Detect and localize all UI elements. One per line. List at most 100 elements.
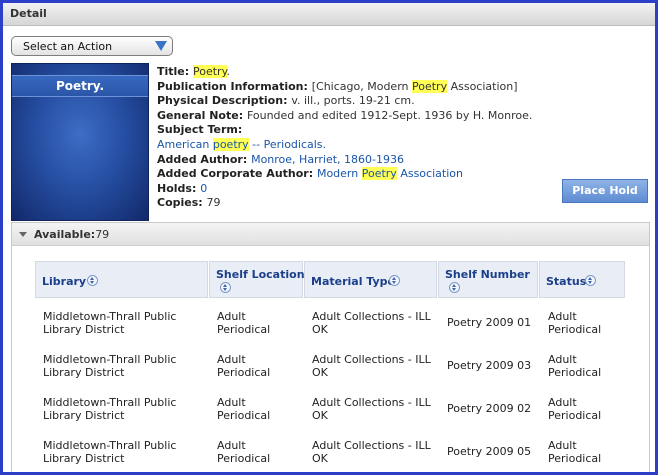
subject-link-pre[interactable]: American: [157, 138, 213, 151]
status-line: Adult: [548, 439, 577, 452]
copies-label: Copies:: [157, 196, 207, 210]
sort-icon[interactable]: [220, 282, 231, 293]
shelf-location-line: Periodical: [217, 322, 271, 336]
corporate-author-link-highlight[interactable]: Poetry: [361, 167, 397, 181]
column-header-status[interactable]: Status: [539, 261, 625, 298]
collapse-triangle-icon[interactable]: [19, 232, 27, 237]
physical-description-label: Physical Description:: [157, 94, 292, 108]
added-author-label: Added Author:: [157, 152, 252, 166]
material-type-line: OK: [312, 322, 328, 336]
column-header-library[interactable]: Library: [35, 261, 208, 298]
publication-value-highlight: Poetry: [412, 79, 448, 93]
sort-icon[interactable]: [585, 275, 596, 286]
select-action-label: Select an Action: [23, 40, 113, 53]
general-note-label: General Note:: [157, 108, 247, 122]
availability-summary: Available:79: [34, 228, 109, 241]
library-cell: Middletown-Thrall Public Library Distric…: [43, 396, 177, 422]
library-line: Middletown-Thrall Public: [43, 310, 177, 323]
holds-label: Holds:: [157, 181, 201, 195]
select-action-dropdown[interactable]: Select an Action: [11, 36, 173, 56]
corporate-author-link-post[interactable]: Association: [397, 167, 463, 180]
library-line: Library District: [43, 322, 125, 336]
shelf-location-line: Adult: [217, 396, 246, 409]
column-header-shelf-number[interactable]: Shelf Number: [438, 261, 538, 298]
subject-term-link[interactable]: American poetry -- Periodicals.: [157, 137, 597, 153]
corporate-author-label: Added Corporate Author:: [157, 167, 317, 181]
shelf-location-line: Adult: [217, 439, 246, 452]
status-line: Periodical: [548, 365, 602, 379]
holds-row: Holds: 0: [157, 182, 597, 197]
shelf-location-cell: Adult Periodical: [217, 396, 271, 422]
material-type-line: OK: [312, 365, 328, 379]
library-line: Middletown-Thrall Public: [43, 396, 177, 409]
cover-title-band: Poetry.: [12, 75, 148, 97]
shelf-number-cell: Poetry 2009 05: [447, 445, 532, 458]
corporate-author-row: Added Corporate Author: Modern Poetry As…: [157, 167, 597, 182]
physical-description-value: v. ill., ports. 19-21 cm.: [291, 94, 415, 108]
detail-window: Detail Select an Action Poetry. Title: P…: [0, 0, 658, 475]
status-cell: Adult Periodical: [548, 439, 602, 465]
sort-icon[interactable]: [87, 275, 98, 286]
subject-link-post[interactable]: -- Periodicals.: [249, 138, 326, 151]
record-details: Title: Poetry. Publication Information: …: [157, 65, 597, 211]
status-line: Adult: [548, 396, 577, 409]
shelf-location-line: Adult: [217, 353, 246, 366]
status-line: Periodical: [548, 451, 602, 465]
status-cell: Adult Periodical: [548, 396, 602, 422]
added-author-row: Added Author: Monroe, Harriet, 1860-1936: [157, 153, 597, 168]
title-suffix: .: [226, 65, 231, 78]
column-header-status-label[interactable]: Status: [546, 275, 586, 288]
place-hold-button[interactable]: Place Hold: [562, 179, 648, 203]
status-line: Periodical: [548, 322, 602, 336]
subject-term-row: Subject Term:: [157, 123, 597, 138]
availability-count: 79: [95, 228, 110, 241]
shelf-location-cell: Adult Periodical: [217, 353, 271, 379]
shelf-location-line: Periodical: [217, 408, 271, 422]
library-line: Middletown-Thrall Public: [43, 439, 177, 452]
availability-toggle-bar[interactable]: Available:79: [12, 223, 649, 246]
publication-value-post: Association]: [447, 79, 518, 93]
column-header-library-label[interactable]: Library: [42, 275, 86, 288]
physical-description-row: Physical Description: v. ill., ports. 19…: [157, 94, 597, 109]
status-line: Periodical: [548, 408, 602, 422]
column-header-material-type[interactable]: Material Type: [304, 261, 437, 298]
material-type-line: Adult Collections - ILL: [312, 396, 431, 409]
detail-title: Detail: [10, 7, 47, 20]
library-cell: Middletown-Thrall Public Library Distric…: [43, 353, 176, 379]
material-type-line: Adult Collections - ILL: [312, 353, 431, 366]
cover-title: Poetry.: [55, 79, 105, 93]
detail-header: Detail: [3, 3, 655, 26]
library-cell: Middletown-Thrall Public Library Distric…: [43, 310, 177, 336]
column-header-material-type-label[interactable]: Material Type: [311, 275, 395, 288]
library-line: Library District: [43, 408, 125, 422]
shelf-number-cell: Poetry 2009 01: [447, 316, 532, 329]
material-type-line: Adult Collections - ILL: [312, 310, 431, 323]
material-type-cell: Adult Collections - ILL OK: [312, 439, 431, 465]
added-author-link[interactable]: Monroe, Harriet, 1860-1936: [251, 153, 404, 166]
material-type-line: Adult Collections - ILL: [312, 439, 431, 452]
publication-value-pre: [Chicago, Modern: [311, 79, 412, 93]
title-label: Title:: [157, 65, 193, 78]
column-header-shelf-location-label[interactable]: Shelf Location: [216, 268, 305, 281]
general-note-row: General Note: Founded and edited 1912-Se…: [157, 109, 597, 124]
publication-label: Publication Information:: [157, 79, 312, 93]
availability-panel: Available:79 Library Shelf Location Mate…: [11, 222, 650, 472]
library-line: Library District: [43, 451, 125, 465]
sort-icon[interactable]: [389, 275, 400, 286]
library-line: Library District: [43, 365, 125, 379]
column-header-shelf-location[interactable]: Shelf Location: [209, 261, 305, 298]
chevron-down-icon: [155, 41, 167, 51]
status-cell: Adult Periodical: [548, 353, 602, 379]
shelf-location-cell: Adult Periodical: [217, 439, 271, 465]
status-cell: Adult Periodical: [548, 310, 602, 336]
material-type-line: OK: [312, 451, 328, 465]
sort-icon[interactable]: [449, 282, 460, 293]
title-row: Title: Poetry.: [157, 65, 597, 80]
shelf-location-line: Periodical: [217, 451, 271, 465]
subject-link-highlight[interactable]: poetry: [212, 137, 249, 151]
status-line: Adult: [548, 310, 577, 323]
column-header-shelf-number-label[interactable]: Shelf Number: [445, 268, 530, 281]
material-type-cell: Adult Collections - ILL OK: [312, 396, 431, 422]
shelf-location-line: Periodical: [217, 365, 271, 379]
corporate-author-link-pre[interactable]: Modern: [317, 167, 362, 180]
